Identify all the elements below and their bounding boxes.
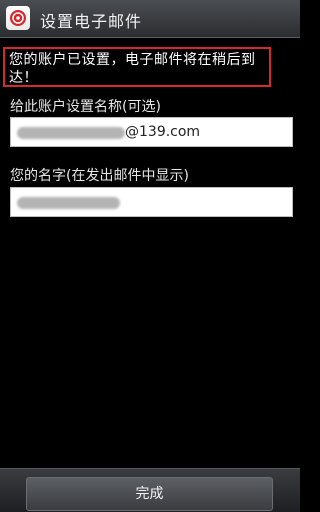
notice-box: 您的账户已设置，电子邮件将在稍后到达！ <box>3 47 271 87</box>
bottom-bar: 完成 <box>0 468 300 512</box>
notice-text: 您的账户已设置，电子邮件将在稍后到达！ <box>9 52 256 86</box>
page-title: 设置电子邮件 <box>40 12 143 31</box>
account-name-value: @139.com <box>125 124 201 140</box>
title-bar: 设置电子邮件 <box>0 0 300 38</box>
done-button[interactable]: 完成 <box>26 477 273 511</box>
redacted-text <box>17 127 125 139</box>
email-app-icon <box>6 6 30 30</box>
your-name-label: 您的名字(在发出邮件中显示) <box>10 168 189 184</box>
account-name-label: 给此账户设置名称(可选) <box>10 99 161 115</box>
your-name-input[interactable] <box>10 187 293 217</box>
redacted-text <box>17 197 120 209</box>
account-name-input[interactable]: @139.com <box>10 117 293 147</box>
